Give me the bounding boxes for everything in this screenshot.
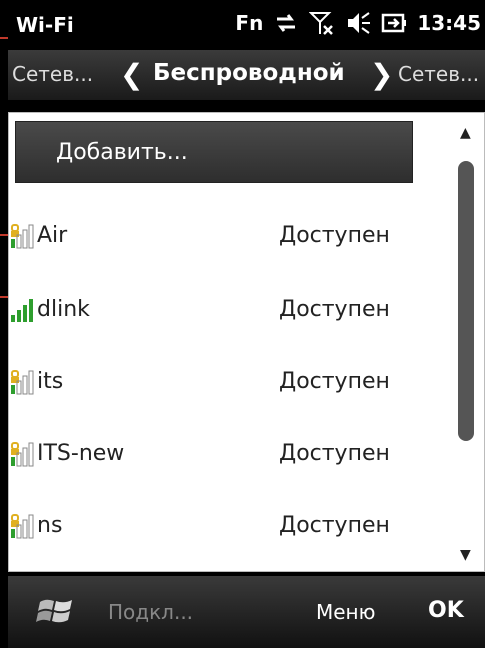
wifi-locked-weak-icon bbox=[11, 224, 34, 249]
chevron-left-icon[interactable]: ❮ bbox=[120, 58, 143, 91]
wifi-locked-weak-icon bbox=[11, 442, 34, 467]
network-row-ns[interactable]: ns Доступен bbox=[9, 495, 449, 555]
network-name: its bbox=[37, 369, 64, 394]
ok-button[interactable]: OK bbox=[428, 598, 464, 623]
status-title: Wi-Fi bbox=[16, 13, 74, 37]
network-name: dlink bbox=[37, 297, 90, 322]
chevron-right-icon[interactable]: ❯ bbox=[370, 58, 393, 91]
menu-softkey[interactable]: Меню bbox=[316, 600, 375, 624]
network-list: Добавить... Air Доступен dlink Доступен bbox=[8, 112, 485, 572]
network-status: Доступен bbox=[279, 441, 390, 466]
status-bar: Wi-Fi Fn 13:45 bbox=[8, 0, 485, 50]
settings-header: Сетев... ❮ Беспроводной ❯ Сетев... bbox=[8, 50, 485, 100]
no-signal-icon bbox=[309, 12, 334, 35]
network-status: Доступен bbox=[279, 513, 390, 538]
wifi-locked-weak-icon bbox=[11, 514, 34, 539]
network-status: Доступен bbox=[279, 369, 390, 394]
status-icons: Fn 13:45 bbox=[235, 10, 481, 36]
scrollbar[interactable]: ▲ ▼ bbox=[456, 119, 478, 565]
network-name: ns bbox=[37, 513, 63, 538]
sync-icon bbox=[277, 14, 296, 32]
scroll-down-arrow-icon[interactable]: ▼ bbox=[460, 547, 471, 563]
network-row-its[interactable]: its Доступен bbox=[9, 351, 449, 411]
network-row-air[interactable]: Air Доступен bbox=[9, 205, 449, 265]
network-row-dlink[interactable]: dlink Доступен bbox=[9, 279, 449, 339]
windows-start-icon[interactable] bbox=[36, 594, 76, 628]
network-row-its-new[interactable]: ITS-new Доступен bbox=[9, 423, 449, 483]
fn-indicator: Fn bbox=[235, 11, 264, 35]
page-title: Беспроводной bbox=[153, 60, 345, 86]
next-tab-label[interactable]: Сетев... bbox=[398, 62, 479, 86]
add-network-button[interactable]: Добавить... bbox=[15, 121, 413, 183]
wifi-open-strong-icon bbox=[11, 299, 33, 322]
prev-tab-label[interactable]: Сетев... bbox=[12, 62, 93, 86]
connect-softkey[interactable]: Подкл... bbox=[108, 600, 193, 624]
battery-charging-icon bbox=[382, 13, 407, 33]
scroll-up-arrow-icon[interactable]: ▲ bbox=[460, 125, 471, 141]
soft-key-bar: Подкл... Меню OK bbox=[8, 576, 485, 648]
network-name: ITS-new bbox=[37, 441, 125, 466]
network-status: Доступен bbox=[279, 223, 390, 248]
scroll-thumb[interactable] bbox=[458, 161, 474, 441]
wifi-locked-weak-icon bbox=[11, 370, 34, 395]
network-status: Доступен bbox=[279, 297, 390, 322]
network-name: Air bbox=[37, 223, 68, 248]
clock: 13:45 bbox=[417, 11, 481, 35]
speaker-muted-icon bbox=[348, 12, 371, 34]
